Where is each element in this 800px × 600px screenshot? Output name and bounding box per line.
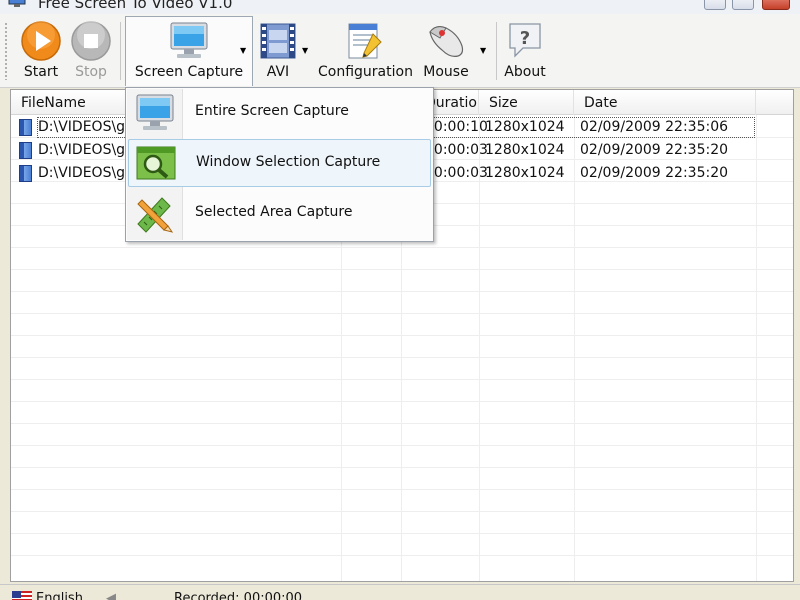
monitor-icon	[170, 22, 208, 58]
mouse-icon	[429, 26, 464, 57]
grid-line	[11, 247, 793, 248]
cell-filename: D:\VIDEOS\gr	[38, 119, 131, 135]
cell-duration: 00:00:03	[425, 142, 488, 158]
cell-date: 02/09/2009 22:35:20	[580, 165, 729, 181]
cell-filename: D:\VIDEOS\gr	[38, 142, 131, 158]
start-button[interactable]: Start	[16, 16, 66, 86]
title-bar: Free Screen To Video V1.0	[0, 0, 800, 14]
grid-line	[11, 335, 793, 336]
menu-item-label: Window Selection Capture	[196, 154, 381, 170]
menu-item-label: Entire Screen Capture	[195, 103, 349, 119]
grid-line	[11, 511, 793, 512]
maximize-button[interactable]	[732, 0, 754, 10]
cell-size: 1280x1024	[485, 119, 565, 135]
close-button[interactable]	[762, 0, 790, 10]
language-label[interactable]: English	[36, 591, 83, 600]
screen-capture-menu: Entire Screen Capture Window Selection C…	[125, 87, 434, 242]
menu-item-entire-screen-capture[interactable]: Entire Screen Capture	[128, 89, 431, 137]
toolbar: Start Stop Screen Capture ▼ AVI ▼ Config…	[0, 14, 800, 88]
grid-line	[11, 467, 793, 468]
configuration-label: Configuration	[318, 64, 413, 80]
video-file-icon	[19, 119, 32, 136]
ruler-pencil-icon	[137, 197, 174, 233]
window-search-icon	[136, 146, 176, 180]
flag-icon	[12, 591, 32, 600]
avi-dropdown-icon[interactable]: ▼	[302, 46, 308, 55]
stop-label: Stop	[75, 64, 107, 80]
grid-line	[11, 313, 793, 314]
status-bar: English ◀ Recorded: 00:00:00	[0, 584, 800, 600]
toolbar-separator	[120, 22, 121, 80]
avi-button[interactable]: AVI	[256, 16, 300, 86]
mouse-button[interactable]: Mouse	[420, 16, 472, 86]
start-label: Start	[23, 64, 59, 80]
cell-duration: 00:00:03	[425, 165, 488, 181]
recorded-time: Recorded: 00:00:00	[174, 591, 303, 600]
grid-line	[11, 291, 793, 292]
video-file-icon	[19, 165, 32, 182]
menu-item-label: Selected Area Capture	[195, 204, 353, 220]
stop-button[interactable]: Stop	[68, 16, 114, 86]
grid-line	[11, 555, 793, 556]
grid-line	[11, 269, 793, 270]
monitor-icon	[136, 94, 174, 130]
screen-capture-label: Screen Capture	[134, 64, 244, 80]
grid-line	[11, 533, 793, 534]
configuration-button[interactable]: Configuration	[318, 16, 413, 86]
column-header-date[interactable]: Date	[574, 90, 756, 115]
app-icon	[8, 0, 26, 7]
avi-label: AVI	[266, 64, 290, 80]
svg-text:?: ?	[520, 28, 530, 49]
play-icon	[21, 21, 61, 61]
grid-line	[11, 445, 793, 446]
about-button[interactable]: ? About	[502, 16, 548, 86]
about-label: About	[504, 64, 546, 80]
stop-icon	[71, 21, 111, 61]
window-title: Free Screen To Video V1.0	[38, 0, 233, 12]
cell-date: 02/09/2009 22:35:20	[580, 142, 729, 158]
toolbar-grip[interactable]	[4, 22, 8, 80]
film-icon	[260, 23, 296, 59]
minimize-button[interactable]	[704, 0, 726, 10]
configuration-icon	[348, 23, 382, 59]
video-file-icon	[19, 142, 32, 159]
menu-item-selected-area-capture[interactable]: Selected Area Capture	[128, 190, 431, 238]
mouse-label: Mouse	[423, 64, 469, 80]
cell-filename: D:\VIDEOS\gr	[38, 165, 131, 181]
grid-line	[11, 401, 793, 402]
mouse-dropdown-icon[interactable]: ▼	[480, 46, 486, 55]
cell-duration: 00:00:10	[425, 119, 488, 135]
menu-item-window-selection-capture[interactable]: Window Selection Capture	[128, 139, 431, 187]
toolbar-separator	[496, 22, 497, 80]
speaker-icon[interactable]: ◀	[106, 591, 116, 600]
screen-capture-button[interactable]: Screen Capture	[125, 16, 253, 86]
grid-line	[11, 423, 793, 424]
cell-date: 02/09/2009 22:35:06	[580, 119, 729, 135]
grid-line	[11, 357, 793, 358]
grid-line	[11, 489, 793, 490]
cell-size: 1280x1024	[485, 142, 565, 158]
screen-capture-dropdown-icon[interactable]: ▼	[240, 46, 246, 55]
column-header-size[interactable]: Size	[479, 90, 574, 115]
help-icon: ?	[509, 23, 541, 58]
cell-size: 1280x1024	[485, 165, 565, 181]
grid-line	[11, 379, 793, 380]
